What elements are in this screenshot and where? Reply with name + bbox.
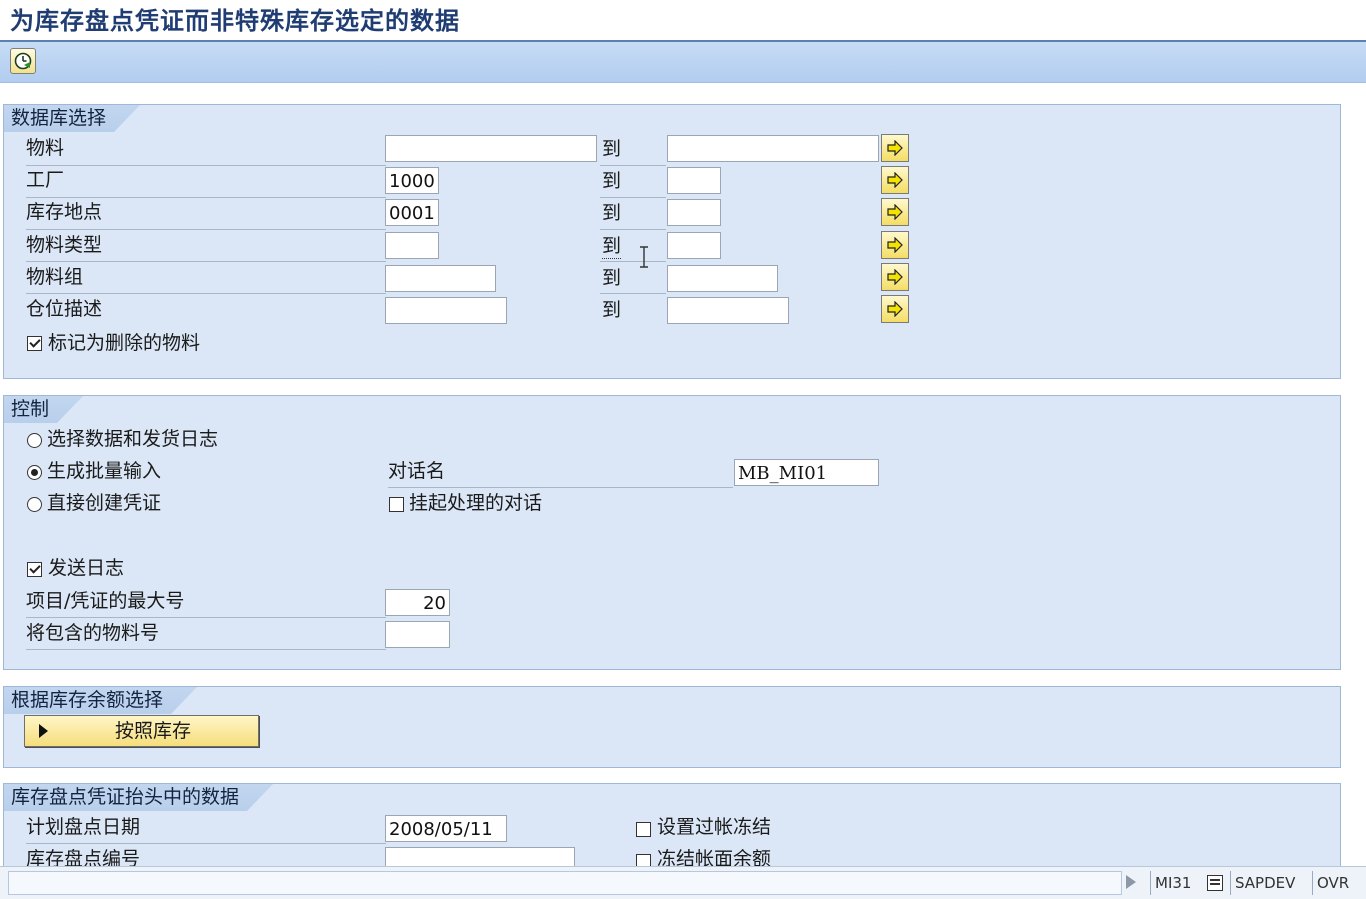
to-label: 到	[602, 138, 622, 160]
storage-location-to-input[interactable]	[667, 199, 721, 226]
row-divider	[600, 293, 666, 294]
direct-create-label: 直接创建凭证	[47, 492, 162, 514]
material-group-multiple-selection-button[interactable]	[881, 263, 909, 291]
expand-triangle-icon	[39, 724, 48, 738]
storage-location-label: 库存地点	[26, 201, 103, 223]
status-message-area	[8, 871, 1122, 895]
material-label: 物料	[26, 137, 65, 159]
plant-to-input[interactable]	[667, 167, 721, 194]
session-name-label: 对话名	[388, 460, 446, 482]
bin-description-to-input[interactable]	[667, 297, 789, 324]
application-toolbar	[0, 42, 1366, 83]
control-group: 控制 选择数据和发货日志 生成批量输入 对话名 MB_MI01 直接创建凭证 挂…	[3, 395, 1341, 670]
arrow-right-icon	[887, 237, 903, 253]
deleted-materials-checkbox[interactable]	[27, 336, 42, 351]
status-mode: OVR	[1312, 871, 1360, 895]
to-label: 到	[602, 202, 622, 224]
execute-button[interactable]	[10, 48, 36, 74]
stock-balance-group: 根据库存余额选择 按照库存	[3, 686, 1341, 768]
batch-input-label: 生成批量输入	[47, 460, 162, 482]
material-group-to-input[interactable]	[667, 265, 778, 292]
control-title: 控制	[4, 396, 83, 423]
material-count-input[interactable]	[385, 621, 450, 648]
row-divider	[600, 261, 666, 262]
material-count-label: 将包含的物料号	[26, 622, 160, 644]
database-selection-group: 数据库选择 物料 到 工厂 1000 到 库存地点 0001 到 物料类型 到 …	[3, 104, 1341, 379]
plant-from-input[interactable]: 1000	[385, 167, 439, 194]
page-title: 为库存盘点凭证而非特殊库存选定的数据	[10, 6, 460, 35]
to-label: 到	[602, 299, 622, 321]
to-label: 到	[602, 232, 622, 259]
row-divider	[26, 649, 386, 650]
batch-input-radio[interactable]	[27, 465, 42, 480]
hold-session-checkbox[interactable]	[389, 497, 404, 512]
status-expand-icon[interactable]	[1126, 875, 1136, 889]
max-items-input[interactable]: 20	[385, 589, 450, 616]
deleted-materials-label: 标记为删除的物料	[48, 332, 201, 354]
material-to-input[interactable]	[667, 135, 879, 162]
bin-description-multiple-selection-button[interactable]	[881, 295, 909, 323]
material-type-label: 物料类型	[26, 234, 103, 256]
plant-label: 工厂	[26, 169, 65, 191]
database-selection-title: 数据库选择	[4, 105, 140, 132]
text-cursor-icon	[640, 246, 648, 268]
arrow-right-icon	[887, 172, 903, 188]
storage-location-multiple-selection-button[interactable]	[881, 198, 909, 226]
row-divider	[600, 229, 666, 230]
header-data-group: 库存盘点凭证抬头中的数据 计划盘点日期 2008/05/11 设置过帐冻结 库存…	[3, 783, 1341, 874]
planned-date-input[interactable]: 2008/05/11	[385, 815, 507, 842]
to-label: 到	[602, 170, 622, 192]
material-group-from-input[interactable]	[385, 265, 496, 292]
by-stock-button[interactable]: 按照库存	[24, 715, 259, 747]
arrow-right-icon	[887, 204, 903, 220]
send-log-label: 发送日志	[48, 557, 125, 579]
status-transaction: MI31	[1150, 871, 1202, 895]
material-multiple-selection-button[interactable]	[881, 134, 909, 162]
select-data-label: 选择数据和发货日志	[47, 428, 219, 450]
bin-description-label: 仓位描述	[26, 298, 103, 320]
to-label: 到	[602, 267, 622, 289]
execute-clock-icon	[14, 52, 32, 70]
hold-session-label: 挂起处理的对话	[409, 492, 543, 514]
session-name-input[interactable]: MB_MI01	[734, 459, 879, 486]
header-data-title: 库存盘点凭证抬头中的数据	[4, 784, 273, 811]
arrow-right-icon	[887, 269, 903, 285]
send-log-checkbox[interactable]	[27, 562, 42, 577]
material-type-from-input[interactable]	[385, 232, 439, 259]
max-items-label: 项目/凭证的最大号	[26, 590, 185, 612]
planned-date-label: 计划盘点日期	[26, 816, 141, 838]
plant-multiple-selection-button[interactable]	[881, 166, 909, 194]
row-divider	[26, 165, 386, 166]
arrow-right-icon	[887, 301, 903, 317]
row-divider	[600, 165, 666, 166]
posting-block-label: 设置过帐冻结	[657, 816, 772, 838]
posting-block-checkbox[interactable]	[636, 822, 651, 837]
status-bar: MI31 SAPDEV OVR	[0, 866, 1366, 899]
material-from-input[interactable]	[385, 135, 597, 162]
direct-create-radio[interactable]	[27, 497, 42, 512]
by-stock-button-label: 按照库存	[115, 720, 192, 742]
row-divider	[600, 197, 666, 198]
storage-location-from-input[interactable]: 0001	[385, 199, 439, 226]
select-data-radio[interactable]	[27, 433, 42, 448]
material-group-label: 物料组	[26, 266, 84, 288]
arrow-right-icon	[887, 140, 903, 156]
stock-balance-title: 根据库存余额选择	[4, 687, 197, 714]
material-type-to-input[interactable]	[667, 232, 721, 259]
status-system: SAPDEV	[1230, 871, 1310, 895]
status-info-icon[interactable]	[1207, 875, 1223, 891]
bin-description-from-input[interactable]	[385, 297, 507, 324]
material-type-multiple-selection-button[interactable]	[881, 231, 909, 259]
